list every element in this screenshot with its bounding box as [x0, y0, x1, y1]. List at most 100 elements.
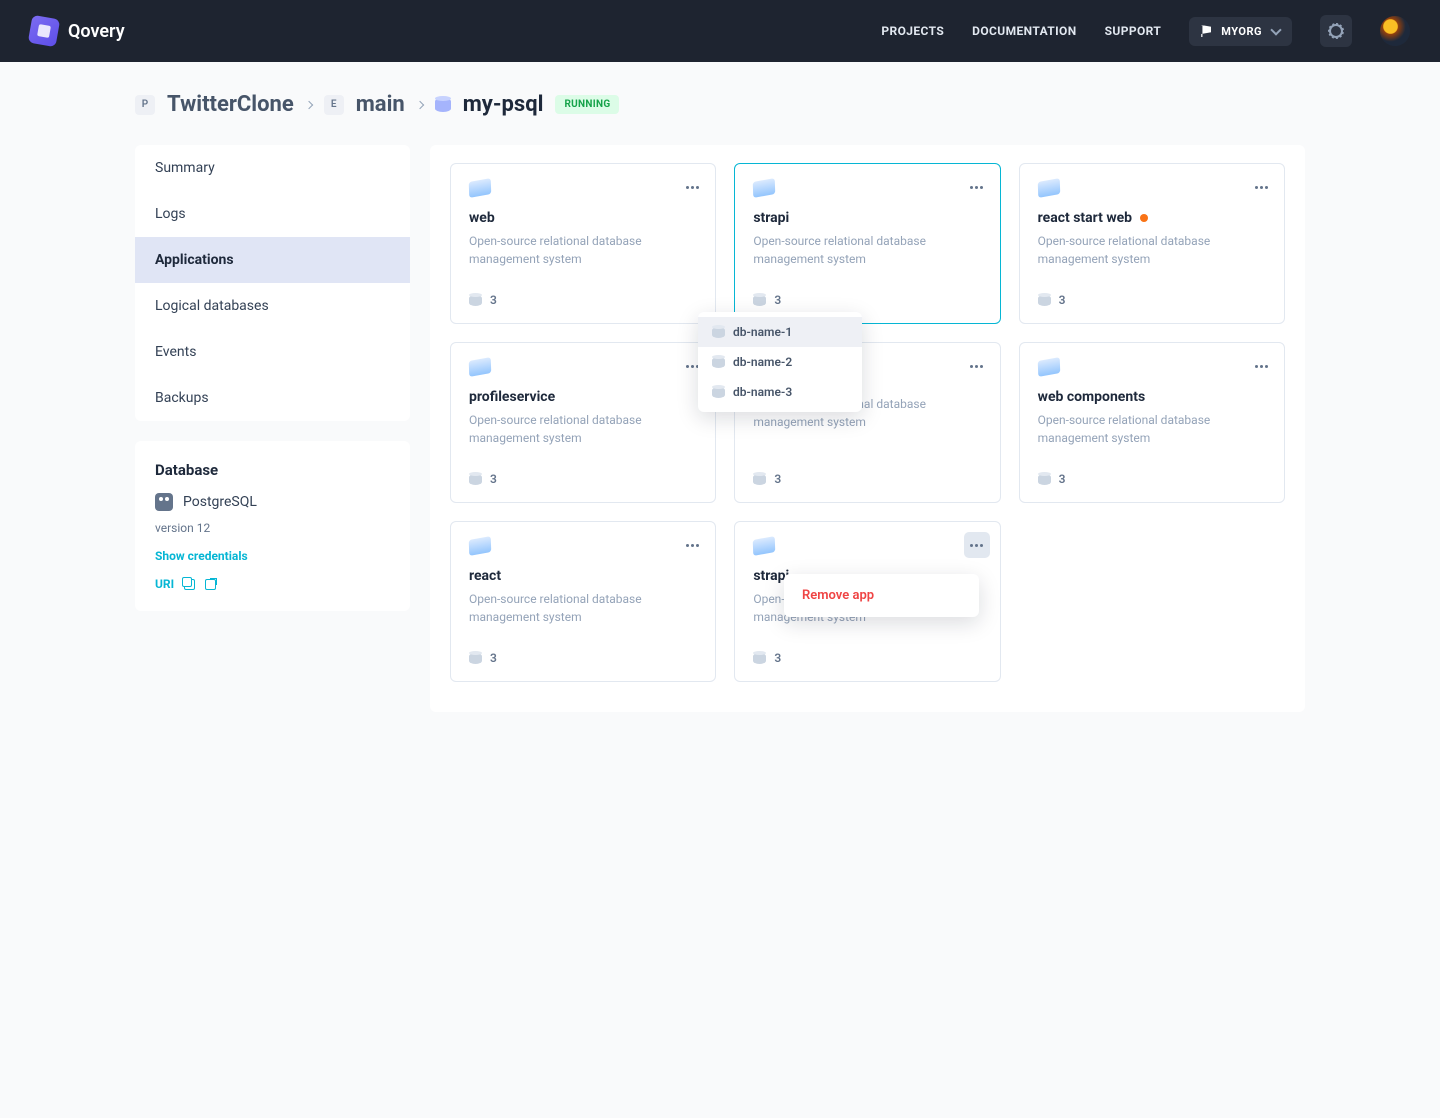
more-icon [686, 365, 699, 368]
more-icon [1255, 186, 1268, 189]
sidebar-menu: Summary Logs Applications Logical databa… [135, 145, 410, 421]
app-card[interactable]: profileservice Open-source relational da… [450, 342, 716, 503]
app-card[interactable]: web components Open-source relational da… [1019, 342, 1285, 503]
db-option[interactable]: db-name-1 [698, 317, 862, 347]
logo[interactable]: Qovery [30, 17, 125, 45]
chevron-right-icon [415, 100, 423, 108]
nav-documentation[interactable]: DOCUMENTATION [972, 24, 1076, 38]
db-option[interactable]: db-name-2 [698, 347, 862, 377]
db-count-icon [753, 295, 766, 306]
app-name: web [469, 210, 495, 226]
sidebar-item-backups[interactable]: Backups [135, 375, 410, 421]
chevron-right-icon [305, 100, 313, 108]
main-content: web Open-source relational database mana… [430, 145, 1305, 712]
database-panel: Database PostgreSQL version 12 Show cred… [135, 441, 410, 611]
org-selector[interactable]: MYORG [1189, 17, 1292, 46]
breadcrumb: P TwitterClone E main my-psql RUNNING [135, 92, 1305, 117]
app-desc: Open-source relational database manageme… [469, 232, 697, 268]
settings-button[interactable] [1320, 15, 1352, 47]
app-desc: Open-source relational database manageme… [1038, 411, 1266, 447]
app-desc: Open-source relational database manageme… [469, 411, 697, 447]
app-icon [753, 178, 776, 198]
header-nav: PROJECTS DOCUMENTATION SUPPORT MYORG [881, 15, 1410, 47]
gear-icon [1329, 24, 1343, 38]
database-icon [712, 357, 725, 368]
app-icon [469, 536, 492, 556]
card-more-button[interactable] [964, 174, 990, 200]
db-count-icon [753, 474, 766, 485]
db-count-icon [1038, 474, 1051, 485]
db-option-label: db-name-1 [733, 325, 792, 339]
app-icon [1037, 178, 1060, 198]
external-link-icon[interactable] [205, 579, 216, 590]
db-count: 3 [774, 651, 781, 665]
project-badge: P [135, 95, 155, 115]
db-count: 3 [774, 293, 781, 307]
app-name: profileservice [469, 389, 555, 405]
postgresql-icon [155, 493, 173, 511]
app-card[interactable]: react Open-source relational database ma… [450, 521, 716, 682]
copy-icon[interactable] [184, 579, 195, 590]
app-name: web components [1038, 389, 1145, 405]
db-count: 3 [490, 651, 497, 665]
more-icon [970, 544, 983, 547]
app-desc: Open-source relational database manageme… [753, 232, 981, 268]
card-context-menu: Remove app [784, 574, 979, 617]
sidebar-item-events[interactable]: Events [135, 329, 410, 375]
card-more-button[interactable] [679, 174, 705, 200]
db-count: 3 [490, 293, 497, 307]
database-icon [435, 98, 451, 112]
card-more-button[interactable] [679, 532, 705, 558]
card-more-button[interactable] [964, 532, 990, 558]
app-icon [1037, 357, 1060, 377]
sidebar-item-applications[interactable]: Applications [135, 237, 410, 283]
env-badge: E [324, 95, 344, 115]
crumb-db[interactable]: my-psql [463, 92, 544, 117]
app-card[interactable]: strapi Open-source relational database m… [734, 163, 1000, 324]
db-count-icon [469, 653, 482, 664]
app-name: react start web [1038, 210, 1132, 226]
db-count-icon [469, 474, 482, 485]
uri-label: URI [155, 577, 174, 591]
sidebar-item-summary[interactable]: Summary [135, 145, 410, 191]
db-option-label: db-name-3 [733, 385, 792, 399]
user-avatar[interactable] [1380, 16, 1410, 46]
nav-projects[interactable]: PROJECTS [881, 24, 944, 38]
more-icon [1255, 365, 1268, 368]
sidebar-item-logs[interactable]: Logs [135, 191, 410, 237]
card-more-button[interactable] [1248, 174, 1274, 200]
db-names-popover: db-name-1 db-name-2 db-name-3 [698, 312, 862, 412]
app-card[interactable]: web Open-source relational database mana… [450, 163, 716, 324]
app-icon [469, 357, 492, 377]
card-more-button[interactable] [1248, 353, 1274, 379]
more-icon [686, 544, 699, 547]
db-count: 3 [490, 472, 497, 486]
logo-icon [28, 15, 60, 47]
chevron-down-icon [1270, 24, 1281, 35]
status-dot [1140, 214, 1148, 222]
top-header: Qovery PROJECTS DOCUMENTATION SUPPORT MY… [0, 0, 1440, 62]
more-icon [970, 365, 983, 368]
show-credentials-link[interactable]: Show credentials [155, 549, 390, 563]
more-icon [970, 186, 983, 189]
sidebar-item-logical-databases[interactable]: Logical databases [135, 283, 410, 329]
db-count: 3 [1059, 472, 1066, 486]
db-option-label: db-name-2 [733, 355, 792, 369]
app-icon [469, 178, 492, 198]
db-option[interactable]: db-name-3 [698, 377, 862, 407]
crumb-env[interactable]: main [356, 92, 405, 117]
db-panel-heading: Database [155, 461, 390, 479]
app-icon [753, 536, 776, 556]
db-count-icon [469, 295, 482, 306]
app-name: react [469, 568, 501, 584]
remove-app-action[interactable]: Remove app [802, 588, 961, 603]
db-count-icon [1038, 295, 1051, 306]
org-name: MYORG [1221, 25, 1262, 38]
crumb-project[interactable]: TwitterClone [167, 92, 294, 117]
card-more-button[interactable] [964, 353, 990, 379]
nav-support[interactable]: SUPPORT [1105, 24, 1162, 38]
app-card[interactable]: react start web Open-source relational d… [1019, 163, 1285, 324]
flag-icon [1201, 25, 1211, 37]
db-engine: PostgreSQL [183, 494, 257, 510]
brand-name: Qovery [68, 21, 125, 42]
